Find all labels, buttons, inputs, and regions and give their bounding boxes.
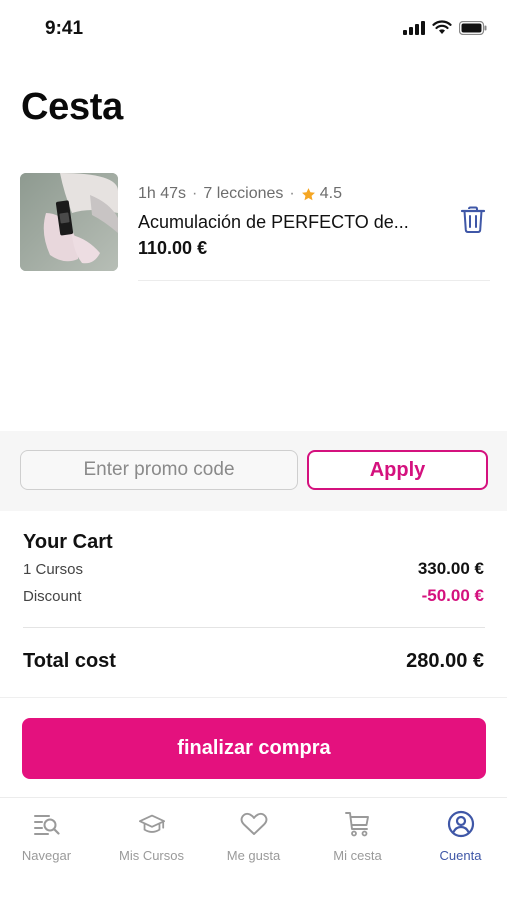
status-bar: 9:41 (0, 0, 507, 56)
meta-separator: · (192, 185, 198, 202)
tab-label: Cuenta (439, 848, 482, 863)
checkout-button[interactable]: finalizar compra (22, 718, 486, 779)
remove-item-button[interactable] (460, 206, 486, 234)
heart-icon (240, 810, 268, 838)
meta-separator: · (289, 185, 295, 202)
promo-code-input[interactable] (20, 450, 298, 490)
battery-icon (459, 20, 487, 35)
course-price: 110.00 € (138, 238, 208, 258)
summary-divider (23, 627, 485, 628)
courses-subtotal: 330.00 € (417, 559, 484, 578)
cart-item[interactable]: 1h 47s · 7 lecciones · 4.5 Acumulación d… (20, 172, 490, 282)
page-title: Cesta (21, 86, 123, 128)
tab-mis-cursos[interactable]: Mis Cursos (101, 810, 202, 863)
course-thumbnail[interactable] (20, 173, 118, 271)
discount-amount: -50.00 € (421, 586, 484, 605)
course-thumbnail-image (20, 173, 118, 271)
signal-icon (403, 20, 425, 35)
cart-summary-title: Your Cart (23, 531, 113, 553)
section-divider (0, 697, 507, 698)
status-icons (403, 20, 487, 35)
browse-icon (33, 810, 61, 838)
promo-section: Apply (0, 431, 507, 511)
total-cost-value: 280.00 € (406, 650, 484, 672)
course-lessons: 7 lecciones (203, 185, 284, 202)
courses-count-label: 1 Cursos (23, 561, 84, 578)
course-meta: 1h 47s · 7 lecciones · 4.5 (138, 185, 342, 203)
total-cost-label: Total cost (23, 650, 116, 672)
cart-icon (344, 810, 372, 838)
tab-cuenta[interactable]: Cuenta (410, 810, 507, 863)
course-duration: 1h 47s (138, 185, 187, 202)
tab-bar: Navegar Mis Cursos Me gusta Mi cesta Cue… (0, 797, 507, 900)
tab-me-gusta[interactable]: Me gusta (203, 810, 304, 863)
tab-label: Mi cesta (333, 848, 382, 863)
course-rating: 4.5 (319, 185, 342, 202)
course-title[interactable]: Acumulación de PERFECTO de... (138, 212, 430, 233)
item-divider (138, 280, 490, 281)
graduation-cap-icon (138, 810, 166, 838)
tab-label: Navegar (21, 848, 72, 863)
tab-mi-cesta[interactable]: Mi cesta (307, 810, 408, 863)
wifi-icon (432, 20, 452, 34)
discount-label: Discount (23, 588, 82, 605)
tab-label: Mis Cursos (118, 848, 184, 863)
star-icon (301, 187, 316, 202)
account-icon (447, 810, 475, 838)
tab-label: Me gusta (226, 848, 281, 863)
apply-promo-button[interactable]: Apply (307, 450, 488, 490)
tab-navegar[interactable]: Navegar (0, 810, 97, 863)
trash-icon (460, 206, 486, 233)
status-time: 9:41 (45, 18, 84, 39)
